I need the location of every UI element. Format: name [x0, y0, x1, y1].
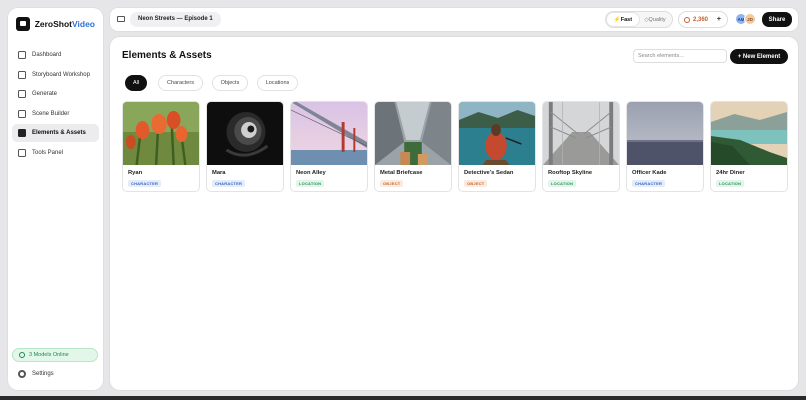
asset-card-24hr-diner[interactable]: 24hr Diner LOCATION — [710, 101, 788, 192]
sidebar-nav: Dashboard Storyboard Workshop Generate S… — [8, 40, 103, 169]
sidebar-item-generate[interactable]: Generate — [12, 85, 99, 103]
mode-quality-button[interactable]: ◇ Quality — [639, 13, 671, 26]
users-icon — [18, 129, 26, 137]
layers-icon — [18, 109, 26, 118]
asset-card-detectives-sedan[interactable]: Detective's Sedan OBJECT — [458, 101, 536, 192]
settings-button[interactable]: Settings — [12, 366, 60, 382]
filter-all[interactable]: All — [125, 75, 147, 91]
credits-badge[interactable]: 2,360 + — [678, 11, 728, 28]
sidebar-item-label: Dashboard — [32, 52, 62, 58]
asset-name: Officer Kade — [632, 170, 667, 176]
sidebar-item-dashboard[interactable]: Dashboard — [12, 46, 99, 64]
sidebar-item-label: Generate — [32, 91, 58, 97]
grid-icon — [18, 51, 26, 59]
asset-tag: CHARACTER — [128, 180, 162, 187]
sidebar-item-label: Tools Panel — [32, 149, 64, 156]
asset-card-metal-briefcase[interactable]: Metal Briefcase OBJECT — [374, 101, 452, 192]
asset-thumbnail — [207, 102, 283, 165]
image-icon — [18, 70, 26, 79]
sidebar-item-tools-panel[interactable]: Tools Panel — [12, 144, 99, 162]
page-title: Elements & Assets — [122, 50, 212, 61]
asset-name: Detective's Sedan — [464, 170, 514, 176]
mode-quality-label: Quality — [648, 16, 666, 23]
coin-icon — [684, 16, 690, 23]
sidebar-item-label: Storyboard Workshop — [32, 71, 90, 78]
asset-tag: CHARACTER — [632, 180, 666, 187]
search-input[interactable] — [633, 49, 727, 63]
asset-name: Mara — [212, 170, 226, 176]
brand-name-accent: Video — [72, 19, 95, 29]
asset-thumbnail — [459, 102, 535, 165]
folder-icon[interactable] — [117, 16, 125, 22]
asset-card-mara[interactable]: Mara CHARACTER — [206, 101, 284, 192]
asset-tag: OBJECT — [380, 180, 404, 187]
credits-value: 2,360 — [693, 16, 709, 23]
settings-label: Settings — [32, 371, 54, 377]
asset-name: Ryan — [128, 170, 143, 176]
main-panel: Elements & Assets + New Element All Char… — [110, 37, 798, 390]
asset-name: 24hr Diner — [716, 170, 745, 176]
project-name[interactable]: Neon Streets — Episode 1 — [130, 12, 221, 27]
filter-tabs: All Characters Objects Locations — [125, 75, 298, 91]
asset-thumbnail — [123, 102, 199, 165]
new-element-button[interactable]: + New Element — [730, 49, 788, 64]
asset-thumbnail — [543, 102, 619, 165]
asset-tag: OBJECT — [464, 180, 488, 187]
asset-card-rooftop-skyline[interactable]: Rooftop Skyline LOCATION — [542, 101, 620, 192]
lightning-icon: ⚡ — [613, 16, 621, 23]
asset-thumbnail — [291, 102, 367, 165]
asset-card-officer-kade[interactable]: Officer Kade CHARACTER — [626, 101, 704, 192]
models-status-badge: 3 Models Online — [12, 348, 98, 362]
add-credits-button[interactable]: + — [717, 16, 721, 23]
asset-thumbnail — [627, 102, 703, 165]
logo-icon — [16, 17, 30, 31]
mode-fast-label: Fast — [620, 16, 633, 23]
sidebar-item-scene-builder[interactable]: Scene Builder — [12, 105, 99, 123]
asset-tag: LOCATION — [548, 180, 577, 187]
asset-name: Metal Briefcase — [380, 170, 423, 176]
filter-locations[interactable]: Locations — [257, 75, 298, 91]
quality-mode-toggle: ⚡ Fast ◇ Quality — [605, 11, 673, 28]
asset-thumbnail — [375, 102, 451, 165]
brand-name-main: ZeroShot — [34, 19, 72, 29]
top-bar: Neon Streets — Episode 1 ⚡ Fast ◇ Qualit… — [110, 8, 798, 31]
asset-thumbnail — [711, 102, 787, 165]
sidebar-item-elements-assets[interactable]: Elements & Assets — [12, 124, 99, 142]
filter-characters[interactable]: Characters — [158, 75, 203, 91]
brand[interactable]: ZeroShotVideo — [8, 8, 103, 40]
screen-bottom-edge — [0, 396, 806, 400]
status-check-icon — [19, 352, 25, 358]
tools-icon — [18, 148, 26, 157]
avatar[interactable]: JD — [744, 13, 756, 25]
models-status-label: 3 Models Online — [29, 352, 69, 358]
sidebar-item-storyboard-workshop[interactable]: Storyboard Workshop — [12, 66, 99, 84]
sidebar: ZeroShotVideo Dashboard Storyboard Works… — [8, 8, 103, 390]
asset-name: Rooftop Skyline — [548, 170, 593, 176]
asset-tag: LOCATION — [716, 180, 745, 187]
asset-card-neon-alley[interactable]: Neon Alley LOCATION — [290, 101, 368, 192]
asset-card-ryan[interactable]: Ryan CHARACTER — [122, 101, 200, 192]
share-button[interactable]: Share — [762, 12, 792, 27]
filter-objects[interactable]: Objects — [212, 75, 248, 91]
asset-tag: CHARACTER — [212, 180, 246, 187]
asset-tag: LOCATION — [296, 180, 325, 187]
sparkle-icon — [18, 90, 26, 98]
asset-grid: Ryan CHARACTER Mara CHARACTER Neon Alley… — [122, 101, 794, 192]
brand-name: ZeroShotVideo — [35, 19, 95, 29]
asset-name: Neon Alley — [296, 170, 326, 176]
sidebar-item-label: Elements & Assets — [32, 130, 86, 136]
gear-icon — [18, 370, 26, 378]
sidebar-item-label: Scene Builder — [32, 110, 70, 117]
mode-fast-button[interactable]: ⚡ Fast — [607, 13, 639, 26]
